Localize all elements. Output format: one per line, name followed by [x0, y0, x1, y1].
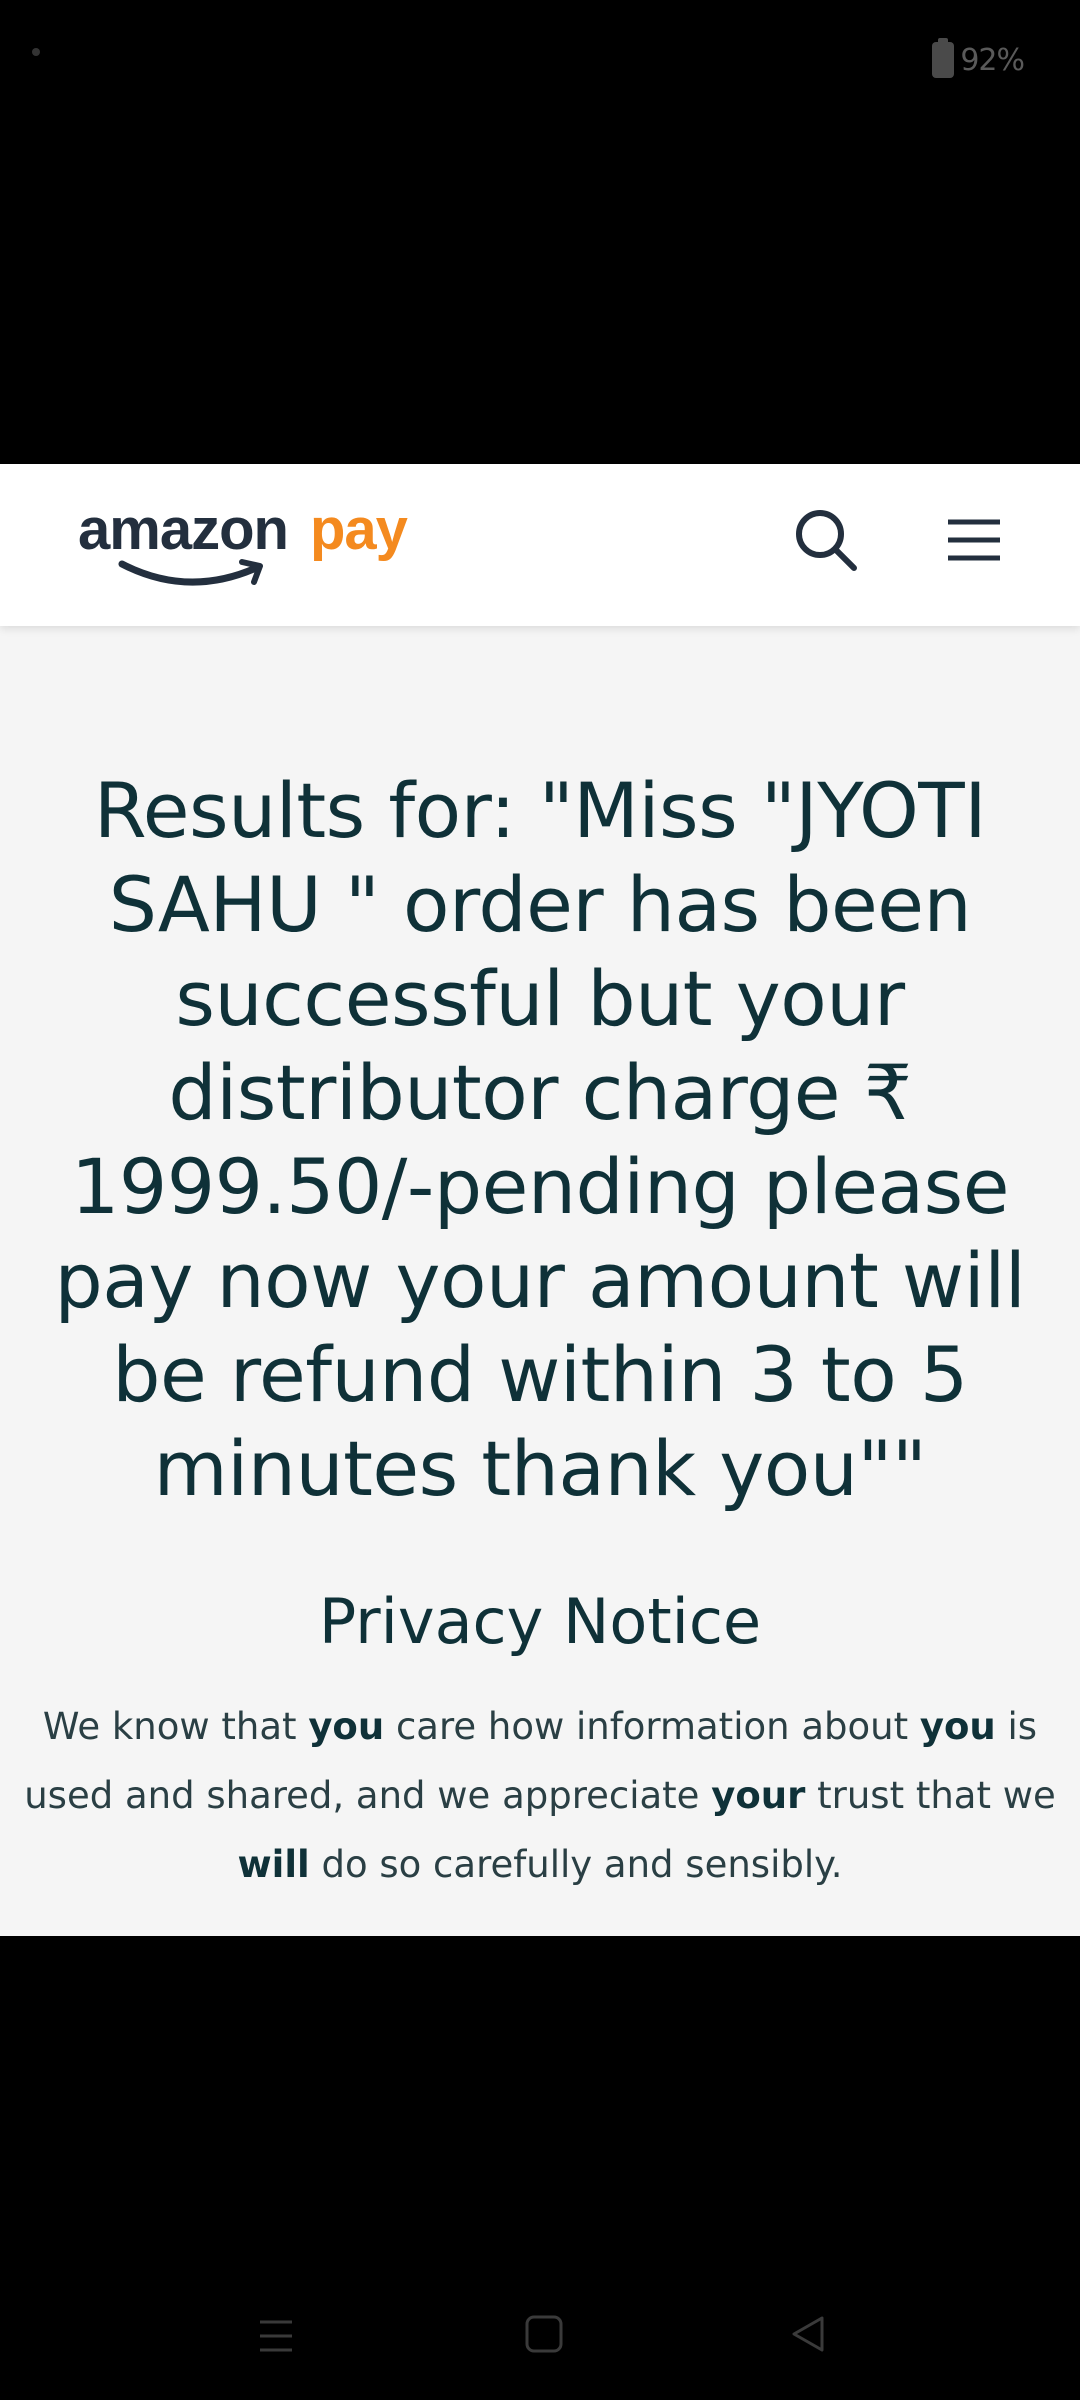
privacy-notice-text: We know that you care how information ab… — [20, 1692, 1060, 1899]
logo-word-pay: pay — [310, 497, 408, 562]
privacy-text-part: care how information about — [384, 1705, 920, 1748]
privacy-text-part: trust that we — [805, 1774, 1056, 1817]
privacy-text-emphasis: your — [711, 1774, 806, 1817]
status-bar: 92% — [0, 0, 1080, 120]
amazon-pay-logo[interactable]: amazon pay — [78, 498, 418, 588]
results-title: Results for: "Miss "JYOTI SAHU " order h… — [54, 766, 1026, 1513]
hamburger-menu-icon — [948, 519, 1000, 561]
privacy-notice-heading: Privacy Notice — [318, 1585, 762, 1658]
search-button[interactable] — [790, 504, 862, 576]
recents-button[interactable] — [256, 2316, 296, 2356]
site-header: amazon pay — [0, 464, 1080, 626]
search-icon — [796, 510, 857, 571]
main-content: Results for: "Miss "JYOTI SAHU " order h… — [0, 626, 1080, 1899]
system-navigation-bar — [0, 2280, 1080, 2400]
privacy-text-part: do so carefully and sensibly. — [309, 1843, 843, 1886]
notification-dot-icon — [32, 48, 40, 56]
amazon-smile-icon — [118, 559, 263, 586]
battery-indicator: 92% — [932, 38, 1025, 78]
privacy-text-emphasis: will — [237, 1843, 310, 1886]
back-button[interactable] — [788, 2314, 828, 2354]
privacy-text-emphasis: you — [308, 1705, 385, 1748]
back-icon — [792, 2316, 824, 2352]
logo-word-amazon: amazon — [78, 497, 289, 562]
home-icon — [525, 2315, 563, 2353]
menu-button[interactable] — [944, 510, 1004, 570]
battery-icon — [932, 38, 955, 78]
privacy-text-part: We know that — [42, 1705, 309, 1748]
recents-icon — [260, 2320, 292, 2352]
web-page: amazon pay Results for: "Miss "JYOTI SAH… — [0, 464, 1080, 1936]
battery-percentage: 92% — [960, 42, 1025, 78]
privacy-text-emphasis: you — [919, 1705, 996, 1748]
home-button[interactable] — [524, 2314, 564, 2354]
